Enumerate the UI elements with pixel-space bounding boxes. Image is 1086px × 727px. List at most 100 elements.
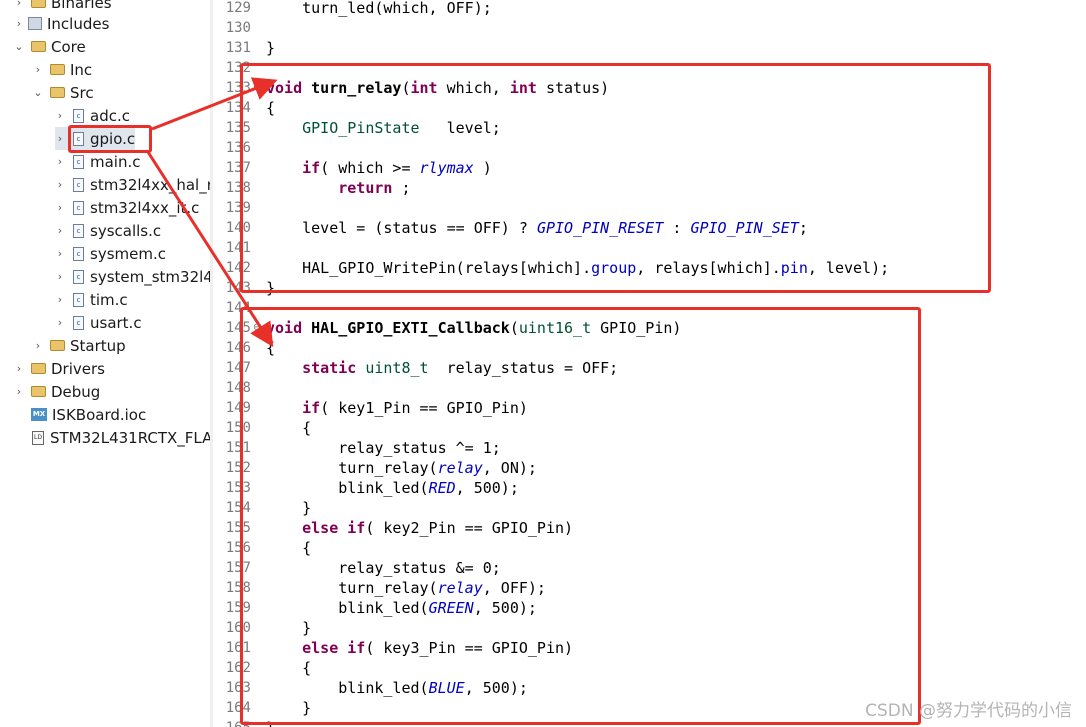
line-number: 131 <box>225 40 251 56</box>
code-line[interactable]: blink_led(GREEN, 500); <box>266 598 537 618</box>
tree-item-system-stm32l4[interactable]: › c system_stm32l4 <box>55 265 210 288</box>
tree-item-gpio-c[interactable]: › c gpio.c <box>55 127 136 150</box>
chevron-right-icon[interactable]: › <box>55 201 65 214</box>
tree-item-label: sysmem.c <box>90 244 166 263</box>
code-line[interactable]: relay_status ^= 1; <box>266 438 501 458</box>
chevron-right-icon[interactable]: › <box>14 385 24 398</box>
code-line[interactable]: { <box>266 98 275 118</box>
code-line[interactable]: HAL_GPIO_WritePin(relays[which].group, r… <box>266 258 889 278</box>
code-line[interactable]: if( which >= rlymax ) <box>266 158 492 178</box>
line-number: 143 <box>225 280 251 296</box>
tree-item-iskboard-ioc[interactable]: MX ISKBoard.ioc <box>14 403 146 426</box>
c-file-icon: c <box>73 108 84 123</box>
chevron-right-icon[interactable]: › <box>55 155 65 168</box>
c-file-icon: c <box>73 177 84 192</box>
code-line[interactable]: void turn_relay(int which, int status) <box>266 78 609 98</box>
chevron-right-icon[interactable]: › <box>55 178 65 191</box>
line-number: 148 <box>225 380 251 396</box>
code-line[interactable]: if( key1_Pin == GPIO_Pin) <box>266 398 528 418</box>
tree-item-sysmem-c[interactable]: › c sysmem.c <box>55 242 166 265</box>
code-line[interactable]: level = (status == OFF) ? GPIO_PIN_RESET… <box>266 218 808 238</box>
tree-item-stm32l4xx-hal-m[interactable]: › c stm32l4xx_hal_m <box>55 173 210 196</box>
tree-item-inc[interactable]: › Inc <box>33 58 92 81</box>
code-line[interactable]: blink_led(BLUE, 500); <box>266 678 528 698</box>
chevron-right-icon[interactable]: › <box>55 132 65 145</box>
line-number: 134 <box>225 100 251 116</box>
tree-item-drivers[interactable]: › Drivers <box>14 357 105 380</box>
tree-item-label: adc.c <box>90 106 130 125</box>
tree-item-includes[interactable]: › Includes <box>14 12 110 35</box>
chevron-right-icon[interactable]: › <box>33 339 43 352</box>
chevron-right-icon[interactable]: › <box>55 293 65 306</box>
chevron-right-icon[interactable]: › <box>55 224 65 237</box>
code-line[interactable]: else if( key2_Pin == GPIO_Pin) <box>266 518 573 538</box>
project-explorer-tree: › Binaries › Includes ⌄ Core › Inc ⌄ Src › c adc.c › c… <box>0 0 210 727</box>
tree-item-debug[interactable]: › Debug <box>14 380 101 403</box>
chevron-down-icon[interactable]: ⌄ <box>33 86 43 99</box>
code-line[interactable]: } <box>266 698 311 718</box>
tree-item-syscalls-c[interactable]: › c syscalls.c <box>55 219 161 242</box>
code-line[interactable]: } <box>266 498 311 518</box>
code-line[interactable]: } <box>266 618 311 638</box>
chevron-right-icon[interactable]: › <box>55 247 65 260</box>
chevron-right-icon[interactable]: › <box>14 17 24 30</box>
code-line[interactable]: { <box>266 658 311 678</box>
code-line[interactable]: { <box>266 338 275 358</box>
tree-item-label: Startup <box>70 336 126 355</box>
csdn-watermark: CSDN @努力学代码的小信 <box>865 701 1072 721</box>
line-number: 156 <box>225 540 251 556</box>
code-line[interactable]: void HAL_GPIO_EXTI_Callback(uint16_t GPI… <box>266 318 681 338</box>
tree-item-usart-c[interactable]: › c usart.c <box>55 311 142 334</box>
tree-item-stm32l431rctx-fla[interactable]: LD STM32L431RCTX_FLA <box>14 426 210 449</box>
chevron-right-icon[interactable]: › <box>55 316 65 329</box>
line-number: 144 <box>225 300 251 316</box>
line-number: 163 <box>225 680 251 696</box>
c-file-icon: c <box>73 315 84 330</box>
tree-item-label: main.c <box>90 152 141 171</box>
code-line[interactable]: } <box>266 38 275 58</box>
code-line[interactable]: turn_relay(relay, ON); <box>266 458 537 478</box>
chevron-right-icon[interactable]: › <box>55 109 65 122</box>
code-line[interactable]: relay_status &= 0; <box>266 558 501 578</box>
fold-toggle-icon[interactable]: ⊖ <box>253 318 261 338</box>
line-number: 129 <box>225 0 251 16</box>
line-number: 155 <box>225 520 251 536</box>
line-number: 133 <box>225 80 251 96</box>
code-line[interactable]: blink_led(RED, 500); <box>266 478 519 498</box>
tree-item-main-c[interactable]: › c main.c <box>55 150 141 173</box>
code-line[interactable]: } <box>266 278 275 298</box>
chevron-right-icon[interactable]: › <box>14 0 24 9</box>
tree-item-src[interactable]: ⌄ Src <box>33 81 93 104</box>
code-line[interactable]: return ; <box>266 178 410 198</box>
tree-item-label: gpio.c <box>90 129 136 148</box>
code-line[interactable]: } <box>266 718 275 727</box>
code-line[interactable]: else if( key3_Pin == GPIO_Pin) <box>266 638 573 658</box>
tree-item-tim-c[interactable]: › c tim.c <box>55 288 128 311</box>
chevron-right-icon[interactable]: › <box>14 362 24 375</box>
line-number: 138 <box>225 180 251 196</box>
code-line[interactable]: turn_led(which, OFF); <box>266 0 492 18</box>
chevron-down-icon[interactable]: ⌄ <box>14 40 24 53</box>
tree-item-startup[interactable]: › Startup <box>33 334 126 357</box>
code-line[interactable]: { <box>266 418 311 438</box>
folder-icon <box>31 363 46 374</box>
line-number: 137 <box>225 160 251 176</box>
tree-item-label: usart.c <box>90 313 142 332</box>
code-line[interactable]: static uint8_t relay_status = OFF; <box>266 358 618 378</box>
code-editor[interactable]: 129 turn_led(which, OFF); 130 131} 132 133 ⊖ v… <box>213 0 1086 727</box>
folder-icon <box>31 41 46 52</box>
line-number: 145 <box>225 320 251 336</box>
code-line[interactable]: GPIO_PinState level; <box>266 118 501 138</box>
tree-item-stm32l4xx-it-c[interactable]: › c stm32l4xx_it.c <box>55 196 200 219</box>
tree-item-adc-c[interactable]: › c adc.c <box>55 104 130 127</box>
c-file-icon: c <box>73 223 84 238</box>
line-number: 157 <box>225 560 251 576</box>
fold-toggle-icon[interactable]: ⊖ <box>253 78 261 98</box>
code-line[interactable]: turn_relay(relay, OFF); <box>266 578 546 598</box>
code-line[interactable]: { <box>266 538 311 558</box>
line-number: 158 <box>225 580 251 596</box>
tree-item-core[interactable]: ⌄ Core <box>14 35 85 58</box>
ld-file-icon: LD <box>32 430 44 445</box>
chevron-right-icon[interactable]: › <box>33 63 43 76</box>
chevron-right-icon[interactable]: › <box>55 270 65 283</box>
